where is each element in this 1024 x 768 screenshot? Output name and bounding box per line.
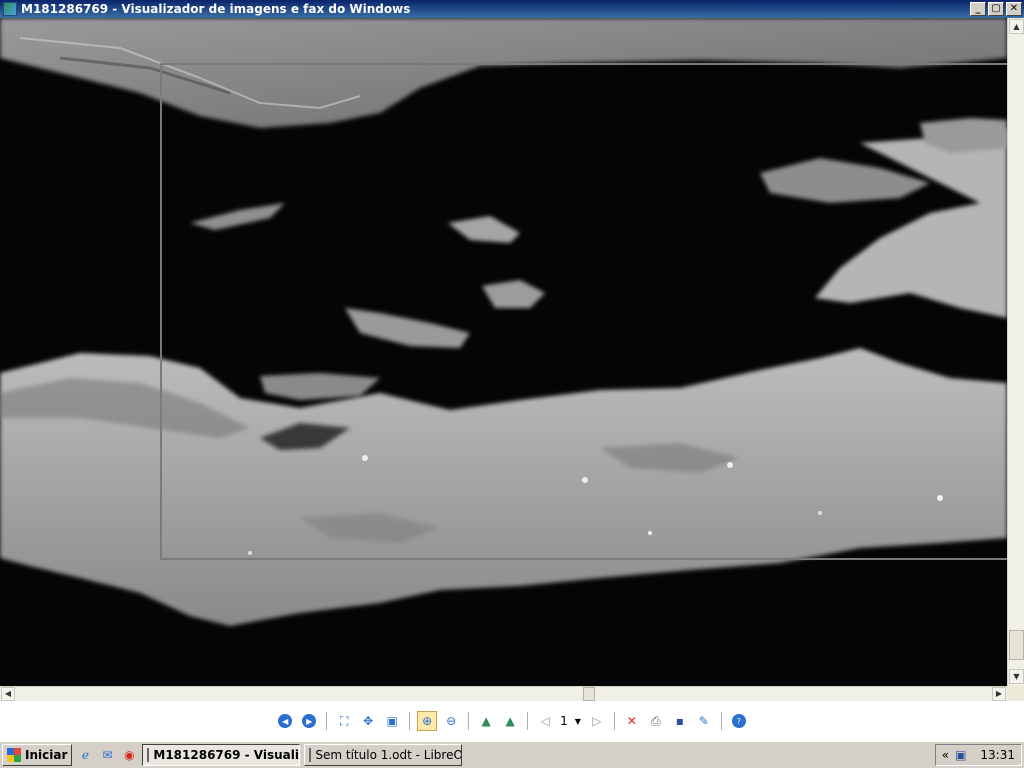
best-fit-icon: ⛶ xyxy=(339,713,349,728)
help-icon: ? xyxy=(731,714,746,728)
viewer-toolbar: ◀ ▶ ⛶ ✥ ▣ ⊕ ⊖ ▲ ▲ ◁ 1 ▼ ▷ ✕ ⎙ ▪ ✎ ? xyxy=(0,701,1024,741)
image-display-area[interactable] xyxy=(0,18,1007,686)
page-dropdown-button[interactable]: ▼ xyxy=(573,711,583,731)
clock[interactable]: 13:31 xyxy=(980,748,1015,762)
previous-page-button[interactable]: ◁ xyxy=(535,711,555,731)
page-dropdown-icon: ▼ xyxy=(574,716,581,726)
slideshow-button[interactable]: ▣ xyxy=(382,711,402,731)
moon-surface-image xyxy=(0,18,1007,686)
toolbar-separator xyxy=(326,712,328,730)
next-page-icon: ▷ xyxy=(592,714,602,728)
page-number: 1 xyxy=(560,714,568,728)
save-button[interactable]: ▪ xyxy=(670,711,690,731)
print-icon: ⎙ xyxy=(651,713,661,728)
outlook-express-icon[interactable]: ✉ xyxy=(98,746,116,764)
toolbar-separator xyxy=(468,712,470,730)
taskbar-item-libreoffice[interactable]: Sem título 1.odt - LibreO... xyxy=(304,744,463,766)
rotate-counterclockwise-icon: ▲ xyxy=(505,714,515,728)
previous-page-icon: ◁ xyxy=(540,714,550,728)
previous-image-icon: ◀ xyxy=(278,714,293,728)
image-viewer-app-icon xyxy=(3,2,17,16)
toolbar-separator xyxy=(720,712,722,730)
vertical-scroll-thumb[interactable] xyxy=(1009,630,1024,660)
vertical-scrollbar[interactable]: ▲ ▼ xyxy=(1007,18,1024,686)
toolbar-separator xyxy=(613,712,615,730)
start-button[interactable]: Iniciar xyxy=(2,744,73,766)
edit-button[interactable]: ✎ xyxy=(694,711,714,731)
next-image-icon: ▶ xyxy=(302,714,317,728)
horizontal-scrollbar[interactable]: ◀ ▶ xyxy=(0,686,1007,701)
task-label: M181286769 - Visuali... xyxy=(153,748,301,762)
maximize-button[interactable]: ▢ xyxy=(988,2,1004,16)
next-image-button[interactable]: ▶ xyxy=(299,711,319,731)
close-button[interactable]: ✕ xyxy=(1006,2,1022,16)
print-button[interactable]: ⎙ xyxy=(646,711,666,731)
actual-size-icon: ✥ xyxy=(363,714,374,728)
internet-explorer-icon[interactable]: ℯ xyxy=(76,746,94,764)
zoom-out-button[interactable]: ⊖ xyxy=(441,711,461,731)
start-label: Iniciar xyxy=(25,748,68,762)
help-button[interactable]: ? xyxy=(729,711,749,731)
taskbar: Iniciar ℯ ✉ ◉ M181286769 - Visuali... Se… xyxy=(0,741,1024,768)
toolbar-separator xyxy=(527,712,529,730)
rotate-clockwise-icon: ▲ xyxy=(481,714,491,728)
task-label: Sem título 1.odt - LibreO... xyxy=(315,748,463,762)
zoom-out-icon: ⊖ xyxy=(446,714,457,728)
scroll-up-arrow-icon[interactable]: ▲ xyxy=(1009,19,1024,34)
best-fit-button[interactable]: ⛶ xyxy=(334,711,354,731)
delete-button[interactable]: ✕ xyxy=(622,711,642,731)
system-tray: « ▣ 13:31 xyxy=(934,744,1022,766)
previous-image-button[interactable]: ◀ xyxy=(275,711,295,731)
edit-icon: ✎ xyxy=(698,714,709,728)
slideshow-icon: ▣ xyxy=(386,714,398,728)
toolbar-separator xyxy=(409,712,411,730)
writer-document-icon xyxy=(309,748,312,762)
window-title-bar[interactable]: M181286769 - Visualizador de imagens e f… xyxy=(0,0,1024,18)
image-viewer-task-icon xyxy=(147,748,150,762)
next-page-button[interactable]: ▷ xyxy=(587,711,607,731)
delete-icon: ✕ xyxy=(626,714,637,728)
zoom-in-icon: ⊕ xyxy=(422,714,433,728)
rotate-clockwise-button[interactable]: ▲ xyxy=(476,711,496,731)
network-icon[interactable]: ▣ xyxy=(955,748,966,762)
scrollbar-corner xyxy=(1007,686,1024,701)
scroll-right-arrow-icon[interactable]: ▶ xyxy=(992,687,1006,701)
actual-size-button[interactable]: ✥ xyxy=(358,711,378,731)
tray-expand-chevron[interactable]: « xyxy=(942,748,949,762)
chrome-icon[interactable]: ◉ xyxy=(120,746,138,764)
scroll-left-arrow-icon[interactable]: ◀ xyxy=(1,687,15,701)
minimize-button[interactable]: _ xyxy=(970,2,986,16)
save-icon: ▪ xyxy=(675,714,684,728)
rotate-counterclockwise-button[interactable]: ▲ xyxy=(500,711,520,731)
window-title: M181286769 - Visualizador de imagens e f… xyxy=(21,2,411,16)
zoom-in-button[interactable]: ⊕ xyxy=(417,711,438,731)
taskbar-item-image-viewer[interactable]: M181286769 - Visuali... xyxy=(142,744,301,766)
horizontal-scroll-thumb[interactable] xyxy=(583,687,595,701)
scroll-down-arrow-icon[interactable]: ▼ xyxy=(1009,669,1024,684)
windows-logo-icon xyxy=(7,748,21,762)
